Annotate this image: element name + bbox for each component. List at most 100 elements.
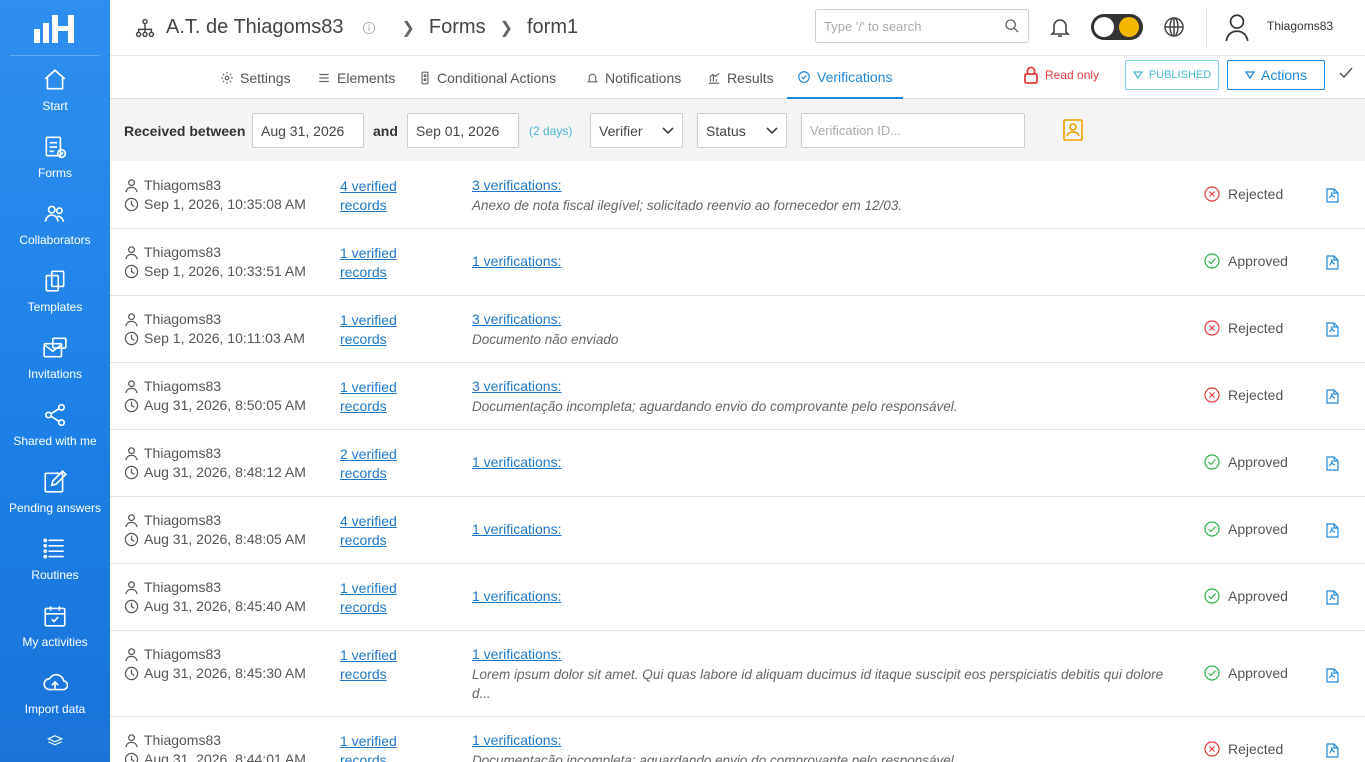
pdf-download-button[interactable]: [1326, 523, 1339, 543]
row-time: Aug 31, 2026, 8:44:01 AM: [124, 751, 306, 762]
list-icon: [319, 73, 329, 82]
search-icon[interactable]: [1004, 18, 1020, 34]
username[interactable]: Thiagoms83: [1267, 19, 1333, 33]
row-user-name: Thiagoms83: [144, 732, 222, 748]
tab-elements[interactable]: Elements: [317, 56, 395, 99]
status-badge: Rejected: [1204, 186, 1283, 202]
verified-records-link[interactable]: 1 verified records: [340, 311, 410, 349]
row-time: Aug 31, 2026, 8:50:05 AM: [124, 397, 306, 413]
status-badge: Approved: [1204, 665, 1288, 681]
sidebar-item-start[interactable]: Start: [0, 56, 110, 123]
clock-icon: [124, 666, 139, 680]
verifications-link[interactable]: 1 verifications:: [472, 454, 561, 470]
tab-notifications[interactable]: Notifications: [586, 56, 681, 99]
verified-records-link[interactable]: 1 verified records: [340, 732, 410, 762]
table-row: Thiagoms83 Sep 1, 2026, 10:33:51 AM 1 veri…: [110, 229, 1365, 296]
verification-id-input[interactable]: Verification ID...: [801, 113, 1025, 148]
verified-records-link[interactable]: 1 verified records: [340, 244, 410, 282]
triangle-down-icon: [1245, 71, 1256, 79]
tab-results[interactable]: Results: [707, 56, 774, 99]
approved-icon: [1204, 521, 1220, 537]
tab-label: Conditional Actions: [437, 69, 557, 86]
to-date-input[interactable]: Sep 01, 2026: [407, 113, 519, 148]
tab-verifications[interactable]: Verifications: [787, 56, 904, 99]
sidebar-item-label: Import data: [24, 701, 86, 716]
verified-records-link[interactable]: 2 verified records: [340, 445, 410, 483]
verifier-select[interactable]: Verifier: [590, 113, 683, 148]
theme-toggle[interactable]: [1091, 14, 1143, 40]
verifications-link[interactable]: 1 verifications:: [472, 521, 561, 537]
pdf-download-button[interactable]: [1326, 668, 1339, 688]
check-icon[interactable]: [1338, 66, 1354, 80]
sidebar-item-import-data[interactable]: Import data: [0, 659, 110, 726]
org-tree-icon: [135, 18, 155, 37]
verifications-link[interactable]: 3 verifications:: [472, 177, 561, 193]
verified-records-link[interactable]: 1 verified records: [340, 579, 410, 617]
sidebar-item-invitations[interactable]: Invitations: [0, 324, 110, 391]
sidebar-item-collaborators[interactable]: Collaborators: [0, 190, 110, 257]
sidebar-item-pending-answers[interactable]: Pending answers: [0, 458, 110, 525]
verifications-link[interactable]: 1 verifications:: [472, 588, 561, 604]
avatar[interactable]: [1224, 12, 1250, 42]
sidebar-item-my-activities[interactable]: My activities: [0, 592, 110, 659]
verifications-link[interactable]: 1 verifications:: [472, 732, 561, 748]
published-button[interactable]: PUBLISHED: [1125, 60, 1219, 90]
globe-icon[interactable]: [1162, 14, 1186, 40]
clock-icon: [124, 465, 139, 479]
sidebar-item-forms[interactable]: Forms: [0, 123, 110, 190]
from-date-value: Aug 31, 2026: [261, 122, 345, 139]
pdf-download-button[interactable]: [1326, 255, 1339, 275]
verifications-link[interactable]: 3 verifications:: [472, 378, 561, 394]
row-user-name: Thiagoms83: [144, 512, 222, 528]
verifications-link[interactable]: 1 verifications:: [472, 253, 561, 269]
chevron-down-icon: [766, 126, 778, 134]
sidebar-item-templates[interactable]: Templates: [0, 257, 110, 324]
status-select[interactable]: Status: [697, 113, 787, 148]
verified-records-link[interactable]: 1 verified records: [340, 646, 410, 684]
global-search[interactable]: [815, 9, 1029, 43]
breadcrumb-form: form1: [527, 16, 579, 38]
contact-card-icon[interactable]: [1062, 119, 1084, 141]
top-header: A.T. de Thiagoms83 ❯ Forms ❯ form1 Thiag…: [110, 0, 1365, 56]
sidebar-item-shared-with-me[interactable]: Shared with me: [0, 391, 110, 458]
table-row: Thiagoms83 Sep 1, 2026, 10:35:08 AM 4 veri…: [110, 162, 1365, 229]
tab-label: Verifications: [817, 68, 893, 85]
verified-records-link[interactable]: 1 verified records: [340, 378, 410, 416]
row-user-name: Thiagoms83: [144, 177, 222, 193]
rejected-icon: [1204, 387, 1220, 403]
verified-records-link[interactable]: 4 verified records: [340, 177, 410, 215]
verifications-link[interactable]: 3 verifications:: [472, 311, 561, 327]
status-label: Approved: [1228, 588, 1288, 604]
bell-icon: [586, 73, 599, 82]
verified-records-link[interactable]: 4 verified records: [340, 512, 410, 550]
row-timestamp: Sep 1, 2026, 10:11:03 AM: [144, 330, 305, 346]
approved-icon: [1204, 588, 1220, 604]
actions-button[interactable]: Actions: [1227, 60, 1325, 90]
from-date-input[interactable]: Aug 31, 2026: [252, 113, 364, 148]
pdf-download-button[interactable]: [1326, 188, 1339, 208]
pdf-download-button[interactable]: [1326, 389, 1339, 409]
pdf-download-button[interactable]: [1326, 590, 1339, 610]
chevron-right-icon: ❯: [499, 19, 513, 37]
info-icon[interactable]: [362, 21, 376, 35]
sidebar-item-label: Start: [42, 98, 68, 113]
file-pdf-icon: [1326, 590, 1339, 605]
breadcrumb-section[interactable]: Forms: [429, 16, 486, 39]
tab-conditional-actions[interactable]: Conditional Actions: [419, 56, 556, 99]
forms-icon: [45, 135, 67, 158]
pdf-download-button[interactable]: [1326, 322, 1339, 342]
bell-icon[interactable]: [1048, 14, 1072, 40]
sidebar-item-more[interactable]: [0, 726, 110, 756]
pdf-download-button[interactable]: [1326, 456, 1339, 476]
app-logo[interactable]: [10, 0, 100, 56]
chevron-right-icon: ❯: [401, 19, 415, 37]
approved-icon: [1204, 665, 1220, 681]
tab-settings[interactable]: Settings: [220, 56, 291, 99]
sidebar-item-label: Routines: [31, 567, 79, 582]
tab-label: Settings: [240, 69, 291, 86]
verifications-link[interactable]: 1 verifications:: [472, 646, 561, 662]
pdf-download-button[interactable]: [1326, 743, 1339, 762]
breadcrumb-org[interactable]: A.T. de Thiagoms83: [166, 16, 344, 39]
search-input[interactable]: [824, 18, 994, 34]
sidebar-item-routines[interactable]: Routines: [0, 525, 110, 592]
